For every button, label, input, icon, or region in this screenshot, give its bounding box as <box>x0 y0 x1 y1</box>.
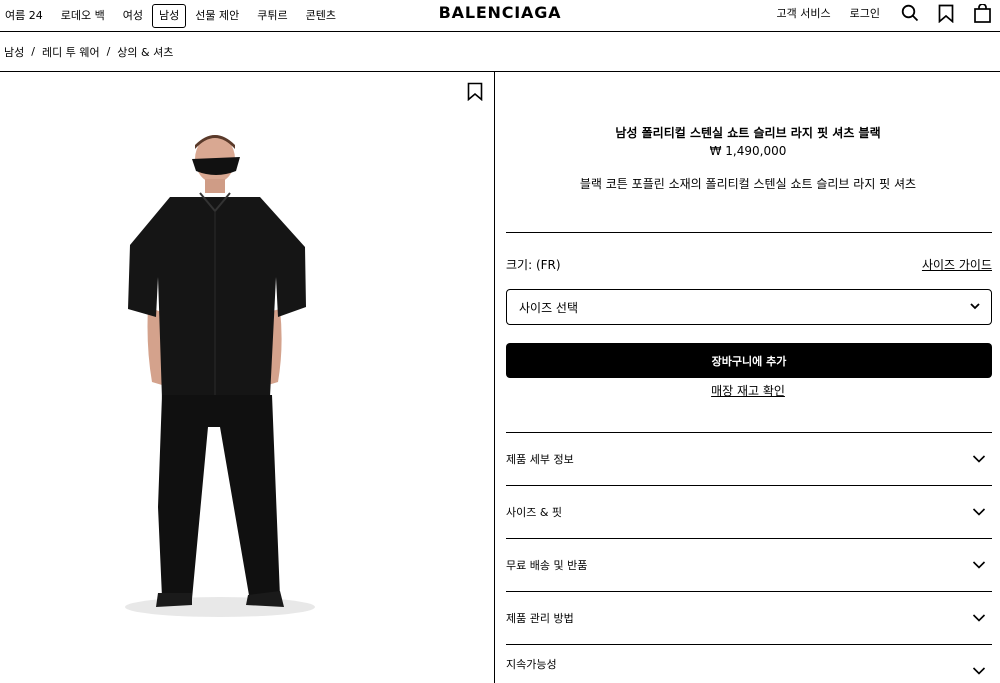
breadcrumb: 남성 / 레디 투 웨어 / 상의 & 셔츠 <box>0 32 1000 72</box>
login-link[interactable]: 로그인 <box>850 5 880 21</box>
main-menu: 여름 24 로데오 백 여성 남성 선물 제안 쿠튀르 콘텐츠 <box>0 0 345 32</box>
accordion-label: 사이즈 & 핏 <box>506 506 563 519</box>
accordion-label: 지속가능성 <box>506 658 557 671</box>
product-info-panel: 남성 폴리티컬 스텐실 쇼트 슬리브 라지 핏 셔츠 블랙 ₩ 1,490,00… <box>496 72 1000 683</box>
breadcrumb-men[interactable]: 남성 <box>4 44 24 60</box>
breadcrumb-ready-to-wear[interactable]: 레디 투 웨어 <box>42 44 100 60</box>
accordion-label: 제품 관리 방법 <box>506 612 574 625</box>
nav-item-rodeo-bag[interactable]: 로데오 백 <box>52 4 114 28</box>
utility-menu: 고객 서비스 로그인 <box>777 0 992 26</box>
nav-item-summer[interactable]: 여름 24 <box>0 4 52 28</box>
chevron-down-icon <box>972 453 986 468</box>
product-title: 남성 폴리티컬 스텐실 쇼트 슬리브 라지 핏 셔츠 블랙 <box>615 126 881 140</box>
accordion-care-instructions[interactable]: 제품 관리 방법 <box>506 591 992 644</box>
top-navigation: 여름 24 로데오 백 여성 남성 선물 제안 쿠튀르 콘텐츠 BALENCIA… <box>0 0 1000 32</box>
nav-item-contents[interactable]: 콘텐츠 <box>297 4 345 28</box>
accordion-label: 무료 배송 및 반품 <box>506 559 588 572</box>
product-price: ₩ 1,490,000 <box>709 144 787 158</box>
nav-item-men[interactable]: 남성 <box>151 4 187 28</box>
chevron-down-icon <box>972 612 986 627</box>
accordion-free-shipping-returns[interactable]: 무료 배송 및 반품 <box>506 538 992 591</box>
size-select-value: 사이즈 선택 <box>519 300 579 315</box>
accordion-product-details[interactable]: 제품 세부 정보 <box>506 432 992 485</box>
divider <box>506 232 992 233</box>
size-label: 크기: (FR) <box>506 258 561 272</box>
customer-service-link[interactable]: 고객 서비스 <box>777 5 831 21</box>
brand-logo[interactable]: BALENCIAGA <box>439 3 562 23</box>
accordion-sustainability[interactable]: 지속가능성 <box>506 644 992 683</box>
breadcrumb-tops-shirts[interactable]: 상의 & 셔츠 <box>117 44 173 60</box>
accordion-label: 제품 세부 정보 <box>506 453 574 466</box>
product-image[interactable] <box>100 127 340 683</box>
nav-item-couture[interactable]: 쿠튀르 <box>248 4 296 28</box>
size-guide-link[interactable]: 사이즈 가이드 <box>922 256 992 273</box>
check-store-stock-link[interactable]: 매장 재고 확인 <box>496 382 1000 399</box>
size-select-dropdown[interactable]: 사이즈 선택 <box>506 289 992 325</box>
chevron-down-icon <box>972 559 986 574</box>
search-icon[interactable] <box>900 3 920 23</box>
wishlist-bookmark-icon[interactable] <box>467 82 485 102</box>
shopping-bag-icon[interactable] <box>972 3 992 23</box>
bookmark-icon[interactable] <box>936 3 956 23</box>
add-to-cart-button[interactable]: 장바구니에 추가 <box>506 343 992 378</box>
nav-item-women[interactable]: 여성 <box>114 4 152 28</box>
chevron-down-icon <box>972 665 986 680</box>
chevron-down-icon <box>972 506 986 521</box>
chevron-down-icon <box>969 300 981 315</box>
breadcrumb-separator: / <box>31 45 35 58</box>
product-image-panel <box>0 72 495 683</box>
nav-item-gifts[interactable]: 선물 제안 <box>186 4 248 28</box>
product-description: 블랙 코튼 포플린 소재의 폴리티컬 스텐실 쇼트 슬리브 라지 핏 셔츠 <box>579 177 917 191</box>
breadcrumb-separator: / <box>106 45 111 58</box>
accordion-size-fit[interactable]: 사이즈 & 핏 <box>506 485 992 538</box>
